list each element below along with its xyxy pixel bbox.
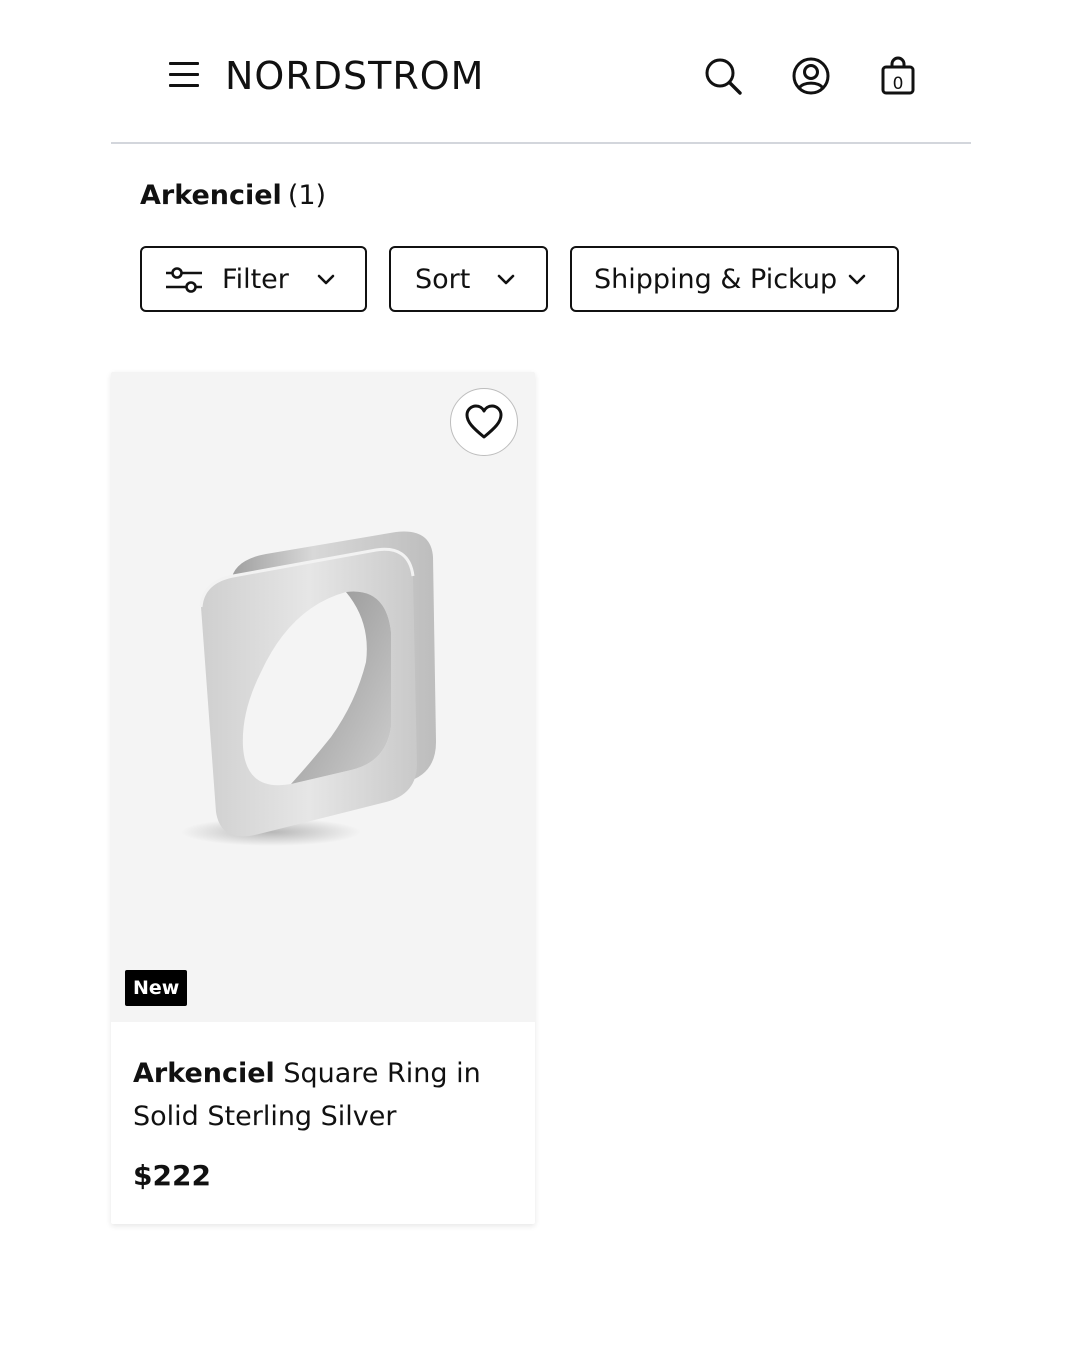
chevron-down-icon bbox=[497, 274, 515, 285]
product-card[interactable]: New Arkenciel Square Ring in Solid Sterl… bbox=[111, 372, 535, 1224]
chevron-down-icon bbox=[848, 274, 866, 285]
brand-name: Arkenciel bbox=[140, 180, 282, 211]
sliders-icon bbox=[166, 267, 202, 293]
product-brand: Arkenciel bbox=[133, 1058, 275, 1089]
site-logo[interactable]: NORDSTROM bbox=[225, 52, 484, 100]
filter-button[interactable]: Filter bbox=[140, 246, 367, 312]
shipping-pickup-button[interactable]: Shipping & Pickup bbox=[570, 246, 899, 312]
sort-button[interactable]: Sort bbox=[389, 246, 548, 312]
chevron-down-icon bbox=[317, 274, 335, 285]
product-image[interactable]: New bbox=[111, 372, 535, 1022]
account-icon[interactable] bbox=[787, 52, 835, 100]
result-count: (1) bbox=[287, 180, 327, 211]
search-icon[interactable] bbox=[699, 52, 747, 100]
filter-label: Filter bbox=[222, 264, 289, 295]
bag-icon[interactable]: 0 bbox=[874, 52, 922, 100]
product-price: $222 bbox=[133, 1159, 211, 1192]
menu-icon[interactable] bbox=[167, 58, 201, 92]
menu-line bbox=[169, 84, 199, 87]
shipping-label: Shipping & Pickup bbox=[594, 264, 838, 295]
new-badge: New bbox=[125, 970, 188, 1006]
product-title[interactable]: Arkenciel Square Ring in Solid Sterling … bbox=[133, 1052, 523, 1138]
wishlist-button[interactable] bbox=[450, 388, 518, 456]
heart-icon bbox=[465, 404, 503, 439]
menu-line bbox=[169, 62, 199, 65]
menu-line bbox=[169, 73, 199, 76]
bag-count: 0 bbox=[893, 74, 904, 94]
page-title: Arkenciel (1) bbox=[140, 176, 326, 216]
square-ring-image bbox=[181, 531, 436, 846]
sort-label: Sort bbox=[415, 264, 471, 295]
site-header: NORDSTROM 0 bbox=[111, 0, 971, 144]
